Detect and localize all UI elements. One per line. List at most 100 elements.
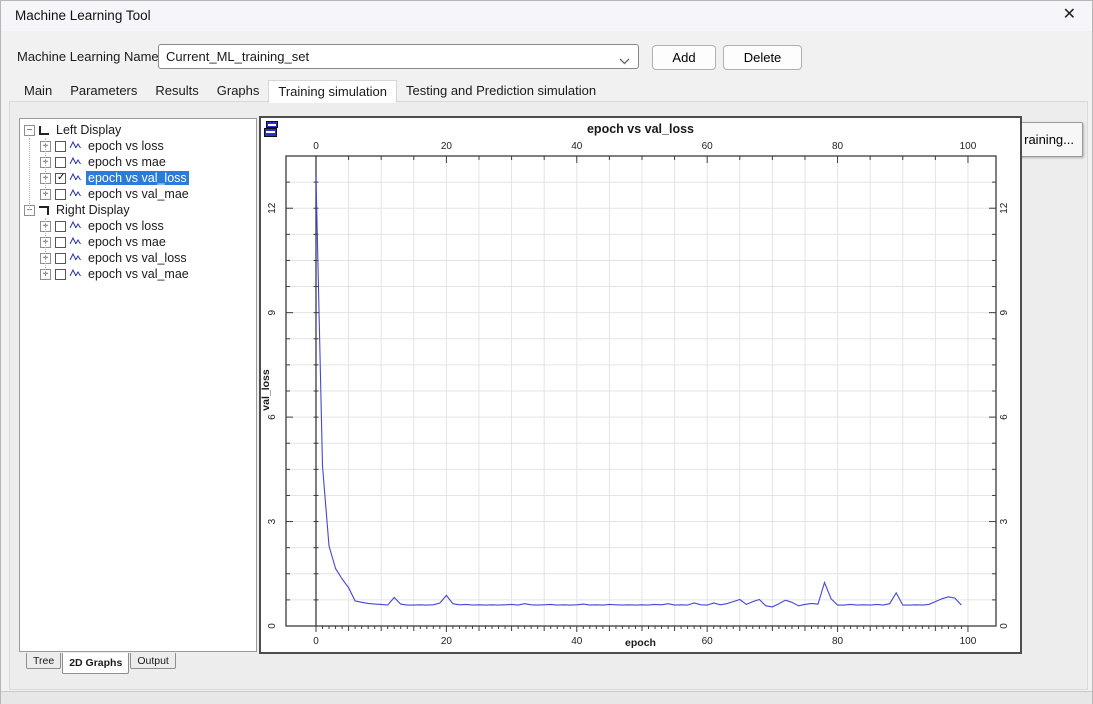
chart-type-icon	[69, 187, 82, 201]
chart-type-icon	[69, 155, 82, 169]
tree-connector-line	[45, 138, 46, 194]
tree-group-label[interactable]: Right Display	[54, 203, 132, 217]
chart-svg: 0020204040606080801001000 03 36 69 912 12	[267, 141, 1010, 647]
bottom-tab-bar: Tree 2D Graphs Output	[26, 653, 177, 674]
checkbox-unchecked[interactable]	[55, 156, 66, 168]
line-chart-icon	[69, 252, 81, 261]
tree-group-right-display[interactable]: − Right Display	[20, 202, 256, 218]
add-button[interactable]: Add	[652, 45, 716, 70]
bottom-tab-tree[interactable]: Tree	[26, 653, 62, 669]
bottom-tab-2d-graphs[interactable]: 2D Graphs	[62, 653, 130, 674]
line-chart-icon	[69, 220, 81, 229]
line-chart-icon	[69, 188, 81, 197]
tree-item-label[interactable]: epoch vs mae	[86, 235, 168, 249]
window-title: Machine Learning Tool	[15, 8, 151, 23]
tree-item-epoch-vs-mae-left[interactable]: + epoch vs mae	[20, 154, 256, 170]
y-axis-label: val_loss	[260, 369, 272, 411]
tree-item-label[interactable]: epoch vs loss	[86, 219, 166, 233]
line-chart-icon	[69, 140, 81, 149]
chart-type-icon	[69, 171, 82, 185]
collapse-toggle-icon[interactable]: −	[24, 124, 35, 136]
tree-item-label[interactable]: epoch vs val_loss	[86, 171, 189, 185]
svg-text:12: 12	[999, 202, 1010, 214]
tab-graphs[interactable]: Graphs	[208, 80, 269, 102]
tab-results[interactable]: Results	[146, 80, 207, 102]
chart-tick-labels: 0020204040606080801001000 03 36 69 912 12	[267, 141, 1010, 647]
tree-item-epoch-vs-loss-right[interactable]: + epoch vs loss	[20, 218, 256, 234]
chart-series-line	[315, 176, 962, 608]
checkbox-unchecked[interactable]	[55, 236, 66, 248]
training-button-label: raining...	[1024, 132, 1074, 147]
checkbox-unchecked[interactable]	[55, 140, 66, 152]
tree-connector-line	[45, 218, 46, 274]
tree-item-label[interactable]: epoch vs val_mae	[86, 187, 191, 201]
checkbox-unchecked[interactable]	[55, 220, 66, 232]
svg-text:100: 100	[960, 141, 977, 152]
svg-text:0: 0	[313, 141, 319, 152]
tree-item-label[interactable]: epoch vs mae	[86, 155, 168, 169]
tree-item-epoch-vs-val-loss-left[interactable]: +epoch vs val_loss	[20, 170, 256, 186]
series-val-loss	[315, 176, 962, 608]
display-tree-panel: − Left Display + epoch vs loss + epoch vs mae…	[19, 118, 257, 652]
tree-item-epoch-vs-loss-left[interactable]: + epoch vs loss	[20, 138, 256, 154]
right-corner-icon	[39, 205, 49, 215]
tree-item-epoch-vs-mae-right[interactable]: + epoch vs mae	[20, 234, 256, 250]
svg-text:9: 9	[267, 309, 278, 315]
tab-testing-and-prediction-simulation[interactable]: Testing and Prediction simulation	[397, 80, 605, 102]
svg-text:3: 3	[999, 518, 1010, 524]
machine-learning-tool-window: Machine Learning Tool ✕ Machine Learning…	[0, 0, 1093, 704]
line-chart-icon	[69, 156, 81, 165]
line-chart-icon	[69, 172, 81, 181]
svg-text:80: 80	[832, 141, 844, 152]
chart-type-icon	[69, 267, 82, 281]
titlebar: Machine Learning Tool ✕	[1, 1, 1092, 31]
tab-bar: Main Parameters Results Graphs Training simu…	[15, 80, 605, 103]
checkbox-checked[interactable]	[55, 172, 66, 184]
tree-connector-line	[29, 138, 30, 210]
tree-group-left-display[interactable]: − Left Display	[20, 122, 256, 138]
status-strip	[1, 691, 1092, 704]
chevron-down-icon[interactable]	[619, 52, 630, 70]
checkbox-unchecked[interactable]	[55, 188, 66, 200]
svg-text:60: 60	[702, 141, 714, 152]
tree-item-epoch-vs-val-mae-left[interactable]: + epoch vs val_mae	[20, 186, 256, 202]
line-chart-icon	[69, 268, 81, 277]
x-axis-label: epoch	[625, 637, 656, 649]
tree-item-label[interactable]: epoch vs val_mae	[86, 267, 191, 281]
svg-text:3: 3	[267, 518, 278, 524]
close-icon[interactable]: ✕	[1063, 5, 1076, 25]
tab-parameters[interactable]: Parameters	[61, 80, 146, 102]
line-chart-icon	[69, 236, 81, 245]
ml-name-label: Machine Learning Name:	[17, 49, 163, 64]
chart-type-icon	[69, 235, 82, 249]
display-tree: − Left Display + epoch vs loss + epoch vs mae…	[20, 119, 256, 282]
ml-name-value: Current_ML_training_set	[166, 49, 310, 64]
svg-text:0: 0	[999, 623, 1010, 629]
svg-text:9: 9	[999, 309, 1010, 315]
tab-training-simulation[interactable]: Training simulation	[268, 80, 398, 103]
checkbox-unchecked[interactable]	[55, 252, 66, 264]
ml-name-combobox[interactable]: Current_ML_training_set	[158, 44, 639, 69]
svg-text:6: 6	[999, 414, 1010, 420]
bottom-tab-output[interactable]: Output	[130, 653, 176, 669]
chart-ticks	[286, 155, 996, 632]
chart-type-icon	[69, 251, 82, 265]
tree-item-label[interactable]: epoch vs loss	[86, 139, 166, 153]
graph-panel: epoch vs val_loss 0 0 20 20 40 40 60 60 80 80 100 1…	[259, 116, 1022, 654]
tree-item-label[interactable]: epoch vs val_loss	[86, 251, 189, 265]
checkbox-unchecked[interactable]	[55, 268, 66, 280]
svg-text:20: 20	[441, 141, 453, 152]
chart-type-icon	[69, 139, 82, 153]
svg-text:0: 0	[267, 623, 278, 629]
tree-item-epoch-vs-val-mae-right[interactable]: + epoch vs val_mae	[20, 266, 256, 282]
tree-item-epoch-vs-val-loss-right[interactable]: + epoch vs val_loss	[20, 250, 256, 266]
tab-main[interactable]: Main	[15, 80, 61, 102]
svg-text:12: 12	[267, 202, 278, 214]
chart-grid	[286, 155, 996, 626]
svg-text:40: 40	[571, 141, 583, 152]
left-corner-icon	[39, 125, 49, 135]
delete-button[interactable]: Delete	[723, 45, 802, 70]
tree-group-label[interactable]: Left Display	[54, 123, 123, 137]
name-row: Machine Learning Name: Current_ML_traini…	[1, 41, 1092, 75]
chart-type-icon	[69, 219, 82, 233]
